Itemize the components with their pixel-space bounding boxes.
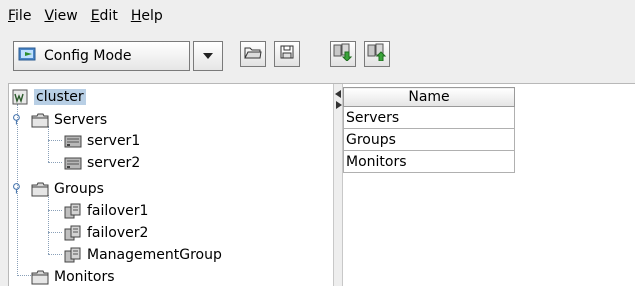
- table-cell: Servers: [343, 106, 515, 129]
- save-button[interactable]: [274, 41, 300, 67]
- mode-select[interactable]: Config Mode: [13, 41, 190, 71]
- server-icon: [64, 133, 82, 149]
- failover-group-icon: [64, 247, 82, 263]
- tree-node-label: ManagementGroup: [87, 247, 222, 263]
- tree-node-failover1[interactable]: failover1: [64, 200, 148, 222]
- tree-connector: [48, 162, 62, 163]
- mode-select-label: Config Mode: [44, 48, 132, 64]
- menu-bar: File View Edit Help: [0, 0, 635, 31]
- tree-node-groups[interactable]: Groups: [31, 178, 104, 200]
- collapse-key-icon[interactable]: ⚲: [12, 112, 21, 126]
- tree-node-label: Monitors: [54, 269, 115, 285]
- tree-node-monitors[interactable]: Monitors: [31, 266, 115, 286]
- upload-config-icon: [367, 43, 387, 65]
- failover-group-icon: [64, 225, 82, 241]
- table-row[interactable]: Servers: [343, 106, 515, 129]
- tree-node-managementgroup[interactable]: ManagementGroup: [64, 244, 222, 266]
- table-row[interactable]: Monitors: [343, 150, 515, 173]
- details-pane: Name Servers Groups Monitors: [343, 84, 635, 286]
- download-config-icon: [333, 43, 353, 65]
- collapse-key-icon[interactable]: ⚲: [12, 181, 21, 195]
- mode-icon: [18, 46, 38, 66]
- table-cell: Monitors: [343, 150, 515, 173]
- column-header-name[interactable]: Name: [343, 87, 515, 107]
- details-table: Name Servers Groups Monitors: [343, 87, 515, 173]
- split-divider[interactable]: [333, 84, 343, 286]
- cluster-icon: [11, 89, 29, 105]
- tree-node-label: server2: [87, 155, 141, 171]
- collapse-right-icon[interactable]: [335, 98, 342, 113]
- tree-connector: [48, 232, 62, 233]
- tree-node-failover2[interactable]: failover2: [64, 222, 148, 244]
- folder-icon: [31, 112, 49, 128]
- tree-connector: [48, 210, 62, 211]
- failover-group-icon: [64, 203, 82, 219]
- tree-node-label: failover1: [87, 203, 149, 219]
- table-row[interactable]: Groups: [343, 128, 515, 151]
- tree-node-cluster[interactable]: cluster: [11, 86, 86, 108]
- folder-icon: [31, 269, 49, 285]
- menu-edit[interactable]: Edit: [91, 8, 118, 24]
- tree-connector: [48, 254, 62, 255]
- menu-view[interactable]: View: [44, 8, 77, 24]
- tree-connector: [48, 140, 62, 141]
- tree-connector: [17, 275, 31, 276]
- tree-node-label: server1: [87, 133, 141, 149]
- save-icon: [279, 44, 295, 64]
- folder-icon: [31, 181, 49, 197]
- tree-node-label: failover2: [87, 225, 149, 241]
- toolbar: Config Mode: [0, 31, 635, 83]
- open-folder-icon: [244, 44, 262, 64]
- menu-help[interactable]: Help: [131, 8, 163, 24]
- tree-node-label: Servers: [54, 112, 108, 128]
- upload-config-button[interactable]: [364, 41, 390, 67]
- menu-file[interactable]: File: [8, 8, 31, 24]
- tree-node-server2[interactable]: server2: [64, 152, 140, 174]
- table-cell: Groups: [343, 128, 515, 151]
- server-icon: [64, 155, 82, 171]
- tree-connector: [48, 126, 49, 162]
- tree-node-servers[interactable]: Servers: [31, 109, 107, 131]
- mode-dropdown-button[interactable]: [193, 41, 223, 71]
- main-split-pane: ⚲ ⚲ cluster Servers server1 server2 Grou…: [8, 83, 635, 286]
- chevron-down-icon: [202, 49, 214, 64]
- tree-node-server1[interactable]: server1: [64, 130, 140, 152]
- tree-node-label: Groups: [54, 181, 104, 197]
- open-button[interactable]: [240, 41, 266, 67]
- tree-connector: [48, 195, 49, 254]
- tree-node-label: cluster: [34, 89, 86, 105]
- download-config-button[interactable]: [330, 41, 356, 67]
- cluster-tree[interactable]: ⚲ ⚲ cluster Servers server1 server2 Grou…: [9, 84, 333, 286]
